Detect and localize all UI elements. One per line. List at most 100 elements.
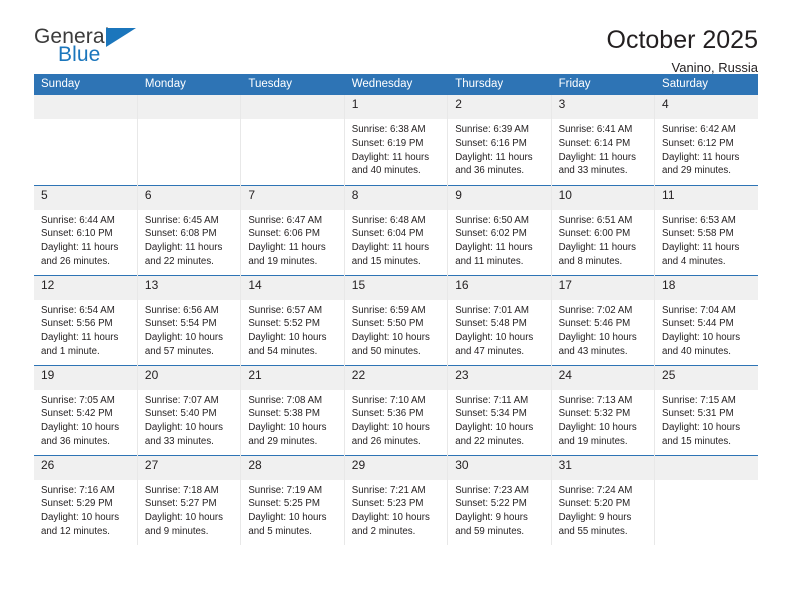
sunrise-line: Sunrise: 6:53 AM bbox=[662, 214, 736, 226]
calendar-week-row: 1 Sunrise: 6:38 AM Sunset: 6:19 PM Daylight… bbox=[34, 95, 758, 185]
daylight-line: Daylight: 11 hours bbox=[351, 151, 430, 163]
daylight-line-cont: and 33 minutes. bbox=[144, 435, 214, 447]
daylight-line: Daylight: 10 hours bbox=[455, 332, 534, 344]
calendar-day-cell[interactable]: 1 Sunrise: 6:38 AM Sunset: 6:19 PM Daylight… bbox=[344, 95, 449, 185]
day-number bbox=[34, 95, 137, 119]
calendar-day-cell[interactable]: 7 Sunrise: 6:47 AM Sunset: 6:06 PM Daylight… bbox=[240, 185, 345, 275]
day-number: 17 bbox=[551, 275, 655, 300]
daylight-line: Daylight: 10 hours bbox=[248, 512, 327, 524]
sunset-line: Sunset: 5:23 PM bbox=[351, 498, 424, 510]
daylight-line-cont: and 59 minutes. bbox=[455, 525, 525, 537]
day-number: 15 bbox=[344, 275, 448, 300]
daylight-line-cont: and 15 minutes. bbox=[662, 435, 731, 447]
daylight-line-cont: and 19 minutes. bbox=[248, 255, 318, 267]
day-number: 14 bbox=[241, 275, 344, 300]
calendar-day-cell[interactable]: 25 Sunrise: 7:15 AM Sunset: 5:31 PM Dayligh… bbox=[655, 365, 758, 455]
daylight-line-cont: and 50 minutes. bbox=[351, 345, 421, 357]
daylight-line: Daylight: 10 hours bbox=[351, 512, 430, 524]
daylight-line-cont: and 40 minutes. bbox=[351, 165, 421, 177]
sunrise-line: Sunrise: 7:05 AM bbox=[41, 394, 115, 406]
calendar-day-cell[interactable]: 6 Sunrise: 6:45 AM Sunset: 6:08 PM Daylight… bbox=[137, 185, 242, 275]
calendar-day-cell[interactable]: 30 Sunrise: 7:23 AM Sunset: 5:22 PM Dayligh… bbox=[447, 455, 552, 545]
calendar-day-cell[interactable]: 3 Sunrise: 6:41 AM Sunset: 6:14 PM Daylight… bbox=[551, 95, 656, 185]
daylight-line-cont: and 12 minutes. bbox=[41, 525, 110, 537]
calendar-day-cell[interactable]: 26 Sunrise: 7:16 AM Sunset: 5:29 PM Dayligh… bbox=[34, 455, 138, 545]
calendar-day-cell[interactable]: 20 Sunrise: 7:07 AM Sunset: 5:40 PM Dayligh… bbox=[137, 365, 242, 455]
calendar-day-cell[interactable]: 21 Sunrise: 7:08 AM Sunset: 5:38 PM Dayligh… bbox=[240, 365, 345, 455]
day-sun-info: Sunrise: 7:01 AM Sunset: 5:48 PM Daylight:… bbox=[448, 300, 550, 359]
calendar-day-cell[interactable]: 11 Sunrise: 6:53 AM Sunset: 5:58 PM Dayligh… bbox=[655, 185, 758, 275]
calendar-day-cell[interactable]: 4 Sunrise: 6:42 AM Sunset: 6:12 PM Daylight… bbox=[655, 95, 758, 185]
daylight-line: Daylight: 9 hours bbox=[558, 512, 632, 524]
sunrise-line: Sunrise: 6:57 AM bbox=[248, 304, 323, 316]
day-number: 16 bbox=[448, 275, 551, 300]
daylight-line: Daylight: 10 hours bbox=[662, 422, 741, 434]
calendar-day-cell[interactable]: 27 Sunrise: 7:18 AM Sunset: 5:27 PM Dayligh… bbox=[137, 455, 242, 545]
calendar-day-cell[interactable]: 2 Sunrise: 6:39 AM Sunset: 6:16 PM Daylight… bbox=[447, 95, 552, 185]
calendar-day-cell[interactable]: 13 Sunrise: 6:56 AM Sunset: 5:54 PM Dayligh… bbox=[137, 275, 242, 365]
calendar-header-row: Sunday Monday Tuesday Wednesday Thursday Frid… bbox=[34, 74, 758, 95]
daylight-line: Daylight: 10 hours bbox=[144, 422, 224, 434]
calendar-day-cell[interactable]: 29 Sunrise: 7:21 AM Sunset: 5:23 PM Dayligh… bbox=[344, 455, 449, 545]
sunset-line: Sunset: 5:22 PM bbox=[455, 498, 527, 510]
day-number: 4 bbox=[655, 95, 758, 119]
sunrise-line: Sunrise: 6:51 AM bbox=[558, 214, 633, 226]
day-number: 31 bbox=[551, 455, 655, 480]
daylight-line: Daylight: 10 hours bbox=[248, 332, 327, 344]
weekday-header-thursday: Thursday bbox=[447, 74, 552, 95]
calendar-day-cell[interactable]: 19 Sunrise: 7:05 AM Sunset: 5:42 PM Dayligh… bbox=[34, 365, 138, 455]
daylight-line-cont: and 26 minutes. bbox=[351, 435, 421, 447]
calendar-day-cell-empty bbox=[655, 455, 758, 545]
location-subtitle: Vanino, Russia bbox=[671, 60, 758, 76]
daylight-line: Daylight: 11 hours bbox=[558, 242, 636, 254]
calendar-week-row: 26 Sunrise: 7:16 AM Sunset: 5:29 PM Dayligh… bbox=[34, 455, 758, 545]
sunrise-line: Sunrise: 7:19 AM bbox=[248, 484, 323, 496]
day-sun-info: Sunrise: 7:11 AM Sunset: 5:34 PM Daylight:… bbox=[448, 390, 550, 449]
daylight-line-cont: and 43 minutes. bbox=[558, 345, 628, 357]
daylight-line: Daylight: 10 hours bbox=[455, 422, 534, 434]
day-number: 20 bbox=[137, 365, 241, 390]
day-sun-info: Sunrise: 7:05 AM Sunset: 5:42 PM Daylight:… bbox=[34, 390, 137, 449]
daylight-line-cont: and 22 minutes. bbox=[455, 435, 525, 447]
daylight-line-cont: and 47 minutes. bbox=[455, 345, 525, 357]
calendar-week-row: 19 Sunrise: 7:05 AM Sunset: 5:42 PM Dayligh… bbox=[34, 365, 758, 455]
sunset-line: Sunset: 5:48 PM bbox=[455, 318, 527, 330]
calendar-day-cell[interactable]: 5 Sunrise: 6:44 AM Sunset: 6:10 PM Daylight… bbox=[34, 185, 138, 275]
sunset-line: Sunset: 6:04 PM bbox=[351, 228, 424, 240]
day-number: 13 bbox=[137, 275, 241, 300]
daylight-line: Daylight: 10 hours bbox=[558, 422, 637, 434]
calendar-day-cell[interactable]: 12 Sunrise: 6:54 AM Sunset: 5:56 PM Dayligh… bbox=[34, 275, 138, 365]
calendar-day-cell[interactable]: 9 Sunrise: 6:50 AM Sunset: 6:02 PM Daylight… bbox=[447, 185, 552, 275]
sunset-line: Sunset: 5:34 PM bbox=[455, 408, 527, 420]
calendar-day-cell[interactable]: 24 Sunrise: 7:13 AM Sunset: 5:32 PM Dayligh… bbox=[551, 365, 656, 455]
day-sun-info: Sunrise: 6:59 AM Sunset: 5:50 PM Daylight:… bbox=[345, 300, 447, 359]
calendar-day-cell[interactable]: 22 Sunrise: 7:10 AM Sunset: 5:36 PM Dayligh… bbox=[344, 365, 449, 455]
sunrise-line: Sunrise: 7:02 AM bbox=[558, 304, 633, 316]
calendar-page: General Blue October 2025 Vanino, Russia… bbox=[0, 0, 792, 612]
daylight-line: Daylight: 10 hours bbox=[144, 332, 224, 344]
calendar-day-cell[interactable]: 28 Sunrise: 7:19 AM Sunset: 5:25 PM Dayligh… bbox=[240, 455, 345, 545]
title-block: October 2025 Vanino, Russia bbox=[607, 26, 759, 76]
calendar-day-cell[interactable]: 17 Sunrise: 7:02 AM Sunset: 5:46 PM Dayligh… bbox=[551, 275, 656, 365]
calendar-day-cell[interactable]: 15 Sunrise: 6:59 AM Sunset: 5:50 PM Dayligh… bbox=[344, 275, 449, 365]
sunrise-line: Sunrise: 6:45 AM bbox=[144, 214, 219, 226]
calendar-day-cell[interactable]: 14 Sunrise: 6:57 AM Sunset: 5:52 PM Dayligh… bbox=[240, 275, 345, 365]
daylight-line: Daylight: 10 hours bbox=[351, 422, 430, 434]
calendar-day-cell[interactable]: 8 Sunrise: 6:48 AM Sunset: 6:04 PM Daylight… bbox=[344, 185, 449, 275]
day-number: 18 bbox=[655, 275, 758, 300]
day-number: 12 bbox=[34, 275, 137, 300]
day-number bbox=[137, 95, 241, 119]
calendar-day-cell[interactable]: 18 Sunrise: 7:04 AM Sunset: 5:44 PM Dayligh… bbox=[655, 275, 758, 365]
calendar-day-cell[interactable]: 16 Sunrise: 7:01 AM Sunset: 5:48 PM Dayligh… bbox=[447, 275, 552, 365]
sunrise-line: Sunrise: 7:23 AM bbox=[455, 484, 529, 496]
calendar-day-cell[interactable]: 10 Sunrise: 6:51 AM Sunset: 6:00 PM Dayligh… bbox=[551, 185, 656, 275]
day-sun-info: Sunrise: 7:07 AM Sunset: 5:40 PM Daylight:… bbox=[138, 390, 240, 449]
calendar-day-cell[interactable]: 23 Sunrise: 7:11 AM Sunset: 5:34 PM Dayligh… bbox=[447, 365, 552, 455]
daylight-line: Daylight: 11 hours bbox=[144, 242, 223, 254]
sunrise-line: Sunrise: 7:21 AM bbox=[351, 484, 426, 496]
sunrise-line: Sunrise: 7:24 AM bbox=[558, 484, 633, 496]
calendar-week-row: 5 Sunrise: 6:44 AM Sunset: 6:10 PM Daylight… bbox=[34, 185, 758, 275]
calendar-day-cell[interactable]: 31 Sunrise: 7:24 AM Sunset: 5:20 PM Dayligh… bbox=[551, 455, 656, 545]
day-number: 2 bbox=[448, 95, 551, 119]
day-number: 7 bbox=[241, 185, 344, 210]
